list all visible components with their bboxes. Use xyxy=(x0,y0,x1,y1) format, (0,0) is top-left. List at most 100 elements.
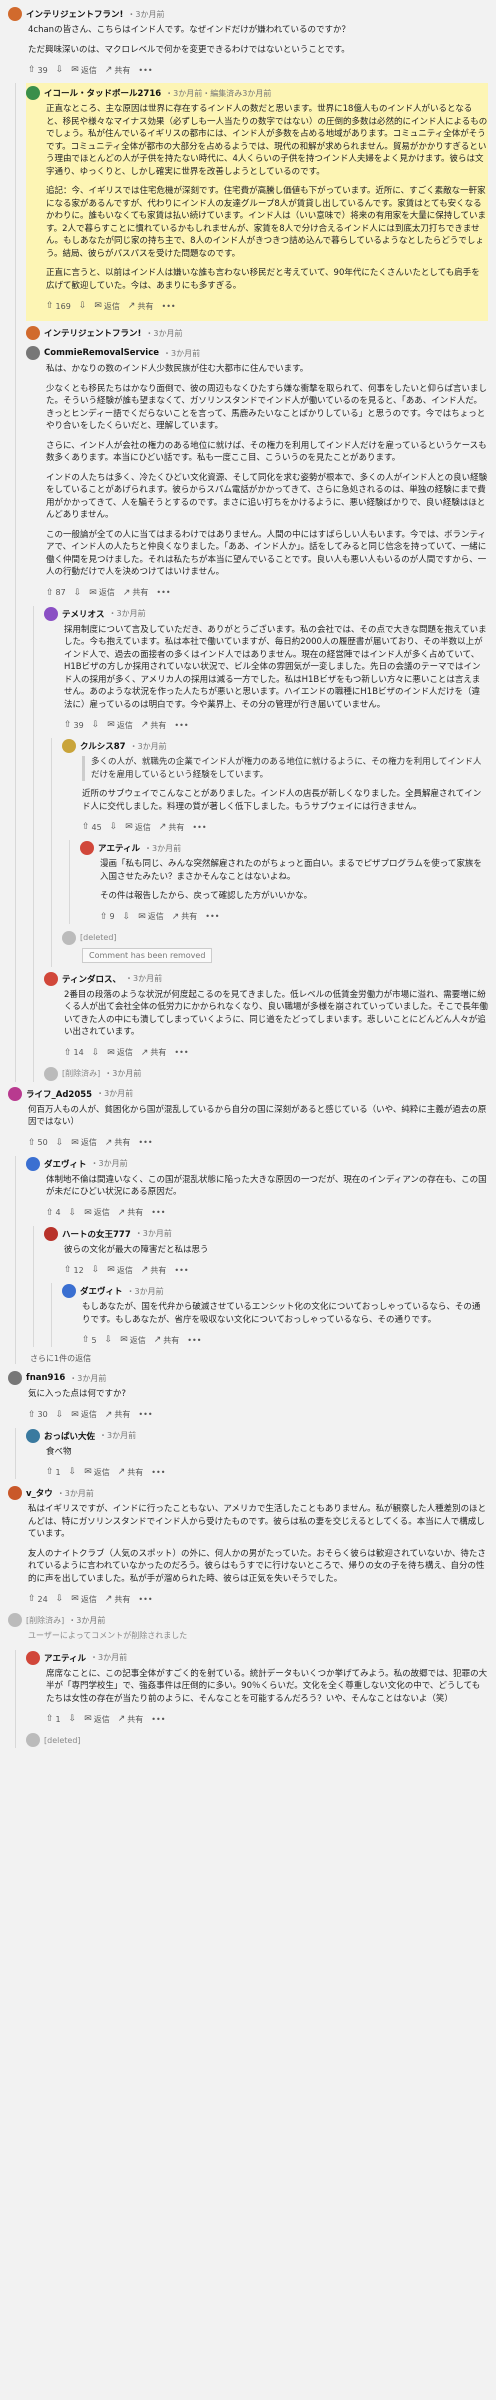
more-options-button[interactable]: ••• xyxy=(161,302,175,311)
reply-button[interactable]: ✉ 返信 xyxy=(120,1335,146,1346)
avatar[interactable] xyxy=(44,1226,58,1241)
upvote-button[interactable]: ⇧ 45 xyxy=(82,822,102,832)
more-options-button[interactable]: ••• xyxy=(138,1138,152,1147)
share-button[interactable]: ↗ 共有 xyxy=(141,1265,167,1276)
reply-button[interactable]: ✉ 返信 xyxy=(125,822,151,833)
share-button[interactable]: ↗ 共有 xyxy=(141,720,167,731)
comment-author[interactable]: アエティル xyxy=(44,1652,86,1664)
upvote-button[interactable]: ⇧ 1 xyxy=(46,1467,61,1477)
more-options-button[interactable]: ••• xyxy=(151,1468,165,1477)
upvote-button[interactable]: ⇧ 24 xyxy=(28,1594,48,1604)
comment-author[interactable]: fnan916 xyxy=(26,1373,65,1383)
reply-button[interactable]: ✉ 返信 xyxy=(107,1265,133,1276)
share-button[interactable]: ↗ 共有 xyxy=(105,65,131,76)
avatar[interactable] xyxy=(8,1086,22,1101)
upvote-button[interactable]: ⇧ 12 xyxy=(64,1265,84,1275)
downvote-button[interactable]: ⇩ xyxy=(56,1594,64,1604)
downvote-button[interactable]: ⇩ xyxy=(69,1208,77,1218)
avatar[interactable] xyxy=(26,326,40,340)
comment-author[interactable]: テメリオス xyxy=(62,608,105,620)
avatar[interactable] xyxy=(26,346,40,360)
reply-button[interactable]: ✉ 返信 xyxy=(84,1714,110,1725)
reply-button[interactable]: ✉ 返信 xyxy=(89,587,115,598)
downvote-button[interactable]: ⇩ xyxy=(110,822,118,832)
share-button[interactable]: ↗ 共有 xyxy=(172,911,198,922)
share-button[interactable]: ↗ 共有 xyxy=(154,1335,180,1346)
share-button[interactable]: ↗ 共有 xyxy=(105,1137,131,1148)
downvote-button[interactable]: ⇩ xyxy=(92,720,100,730)
upvote-button[interactable]: ⇧ 50 xyxy=(28,1138,48,1148)
downvote-button[interactable]: ⇩ xyxy=(123,912,131,922)
upvote-button[interactable]: ⇧ 4 xyxy=(46,1208,61,1218)
upvote-button[interactable]: ⇧ 14 xyxy=(64,1048,84,1058)
downvote-button[interactable]: ⇩ xyxy=(74,588,82,598)
reply-button[interactable]: ✉ 返信 xyxy=(71,65,97,76)
upvote-button[interactable]: ⇧ 39 xyxy=(28,65,48,75)
more-options-button[interactable]: ••• xyxy=(174,1266,188,1275)
upvote-button[interactable]: ⇧ 39 xyxy=(64,720,84,730)
comment-author[interactable]: v_タウ xyxy=(26,1487,53,1499)
reply-button[interactable]: ✉ 返信 xyxy=(94,301,120,312)
more-options-button[interactable]: ••• xyxy=(156,588,170,597)
comment-author[interactable]: クルシス87 xyxy=(80,740,126,752)
share-button[interactable]: ↗ 共有 xyxy=(118,1467,144,1478)
avatar[interactable] xyxy=(26,1156,40,1171)
upvote-button[interactable]: ⇧ 9 xyxy=(100,912,115,922)
more-options-button[interactable]: ••• xyxy=(151,1208,165,1217)
avatar[interactable] xyxy=(26,1428,40,1443)
avatar[interactable] xyxy=(8,1371,22,1385)
avatar[interactable] xyxy=(26,86,40,100)
share-button[interactable]: ↗ 共有 xyxy=(159,822,185,833)
comment-author[interactable]: アエティル xyxy=(98,842,140,854)
reply-button[interactable]: ✉ 返信 xyxy=(84,1467,110,1478)
downvote-button[interactable]: ⇩ xyxy=(69,1714,77,1724)
share-button[interactable]: ↗ 共有 xyxy=(128,301,154,312)
comment-author[interactable]: ティンダロス、 xyxy=(62,973,121,985)
comment-author[interactable]: インテリジェントフラン! xyxy=(26,8,123,20)
share-button[interactable]: ↗ 共有 xyxy=(123,587,149,598)
reply-button[interactable]: ✉ 返信 xyxy=(107,1047,133,1058)
reply-button[interactable]: ✉ 返信 xyxy=(71,1594,97,1605)
comment-author[interactable]: インテリジェントフラン! xyxy=(44,327,141,339)
upvote-button[interactable]: ⇧ 87 xyxy=(46,588,66,598)
more-options-button[interactable]: ••• xyxy=(205,912,219,921)
downvote-button[interactable]: ⇩ xyxy=(56,65,64,75)
reply-button[interactable]: ✉ 返信 xyxy=(138,911,164,922)
avatar[interactable] xyxy=(62,1284,76,1298)
downvote-button[interactable]: ⇩ xyxy=(56,1410,64,1420)
comment-author[interactable]: イコール・タッドボール2716 xyxy=(44,87,161,99)
downvote-button[interactable]: ⇩ xyxy=(92,1048,100,1058)
share-button[interactable]: ↗ 共有 xyxy=(105,1409,131,1420)
avatar[interactable] xyxy=(44,971,58,986)
upvote-button[interactable]: ⇧ 169 xyxy=(46,301,71,311)
share-button[interactable]: ↗ 共有 xyxy=(141,1047,167,1058)
avatar[interactable] xyxy=(8,1486,22,1500)
more-options-button[interactable]: ••• xyxy=(138,1595,152,1604)
downvote-button[interactable]: ⇩ xyxy=(69,1467,77,1477)
more-options-button[interactable]: ••• xyxy=(174,721,188,730)
downvote-button[interactable]: ⇩ xyxy=(79,301,87,311)
more-options-button[interactable]: ••• xyxy=(174,1048,188,1057)
avatar[interactable] xyxy=(8,7,22,21)
upvote-button[interactable]: ⇧ 30 xyxy=(28,1410,48,1420)
more-options-button[interactable]: ••• xyxy=(138,1410,152,1419)
avatar[interactable] xyxy=(80,841,94,855)
more-replies-link[interactable]: さらに1件の返信 xyxy=(30,1353,488,1364)
reply-button[interactable]: ✉ 返信 xyxy=(71,1409,97,1420)
downvote-button[interactable]: ⇩ xyxy=(105,1335,113,1345)
downvote-button[interactable]: ⇩ xyxy=(92,1265,100,1275)
upvote-button[interactable]: ⇧ 1 xyxy=(46,1714,61,1724)
downvote-button[interactable]: ⇩ xyxy=(56,1138,64,1148)
comment-author[interactable]: おっぱい大佐 xyxy=(44,1430,95,1442)
more-options-button[interactable]: ••• xyxy=(187,1336,201,1345)
share-button[interactable]: ↗ 共有 xyxy=(118,1714,144,1725)
comment-author[interactable]: ハートの女王777 xyxy=(62,1228,131,1240)
share-button[interactable]: ↗ 共有 xyxy=(105,1594,131,1605)
reply-button[interactable]: ✉ 返信 xyxy=(107,720,133,731)
reply-button[interactable]: ✉ 返信 xyxy=(71,1137,97,1148)
comment-author[interactable]: ダエヴィト xyxy=(44,1158,87,1170)
avatar[interactable] xyxy=(62,739,76,753)
comment-author[interactable]: CommieRemovalService xyxy=(44,348,159,358)
share-button[interactable]: ↗ 共有 xyxy=(118,1207,144,1218)
more-options-button[interactable]: ••• xyxy=(138,66,152,75)
